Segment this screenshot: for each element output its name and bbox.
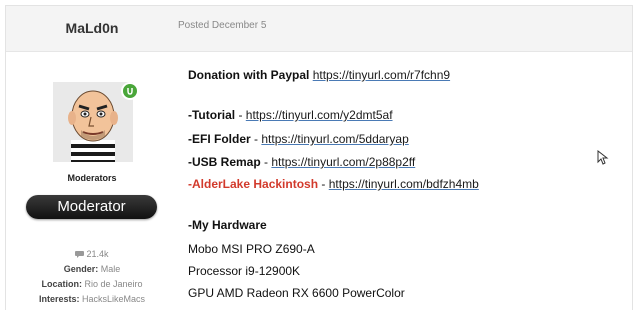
- efi-line: -EFI Folder - https://tinyurl.com/5ddary…: [188, 132, 409, 146]
- usb-label: -USB Remap: [188, 155, 261, 169]
- efi-label: -EFI Folder: [188, 132, 251, 146]
- donation-line: Donation with Paypal https://tinyurl.com…: [188, 68, 450, 82]
- posted-date[interactable]: Posted December 5: [178, 20, 266, 31]
- author-group: Moderators: [67, 173, 117, 183]
- tutorial-link[interactable]: https://tinyurl.com/y2dmt5af: [246, 108, 393, 122]
- location-label: Location:: [41, 279, 82, 289]
- gender-label: Gender:: [63, 264, 99, 274]
- mouse-cursor-icon: [597, 150, 609, 165]
- avatar[interactable]: [53, 82, 139, 162]
- location-field: Location: Rio de Janeiro: [6, 278, 178, 291]
- forum-post: MaLd0n Posted December 5 Moderators Mode…: [5, 5, 633, 310]
- group-badge: Moderator: [26, 195, 157, 219]
- hardware-label: -My Hardware: [188, 218, 267, 232]
- post-header: MaLd0n Posted December 5: [6, 6, 632, 52]
- author-name-link[interactable]: MaLd0n: [6, 6, 178, 51]
- hardware-item: Processor i9-12900K: [188, 264, 301, 278]
- gender-value: Male: [100, 264, 121, 274]
- dash: -: [321, 177, 326, 191]
- interests-value: HacksLikeMacs: [82, 294, 146, 304]
- alderlake-line: -AlderLake Hackintosh - https://tinyurl.…: [188, 177, 479, 191]
- usb-line: -USB Remap - https://tinyurl.com/2p88p2f…: [188, 155, 415, 169]
- dash: -: [238, 108, 243, 122]
- efi-link[interactable]: https://tinyurl.com/5ddaryap: [261, 132, 408, 146]
- online-badge-icon: [121, 82, 139, 100]
- post-count[interactable]: 21.4k: [6, 249, 178, 259]
- dash: -: [254, 132, 259, 146]
- hardware-item: Mobo MSI PRO Z690-A: [188, 242, 315, 256]
- dash: -: [264, 155, 269, 169]
- interests-field: Interests: HacksLikeMacs: [6, 293, 178, 306]
- alderlake-link[interactable]: https://tinyurl.com/bdfzh4mb: [329, 177, 479, 191]
- donation-label: Donation with Paypal: [188, 68, 310, 82]
- post-count-value: 21.4k: [86, 249, 109, 259]
- donation-link[interactable]: https://tinyurl.com/r7fchn9: [313, 68, 450, 82]
- usb-link[interactable]: https://tinyurl.com/2p88p2ff: [271, 155, 415, 169]
- interests-label: Interests:: [38, 294, 80, 304]
- location-value: Rio de Janeiro: [84, 279, 143, 289]
- alderlake-label: -AlderLake Hackintosh: [188, 177, 319, 191]
- hardware-item: GPU AMD Radeon RX 6600 PowerColor: [188, 286, 405, 300]
- author-sidebar: Moderators Moderator 21.4k Gender: Male …: [6, 52, 178, 311]
- tutorial-line: -Tutorial - https://tinyurl.com/y2dmt5af: [188, 108, 393, 122]
- tutorial-label: -Tutorial: [188, 108, 236, 122]
- hardware-heading: -My Hardware: [188, 218, 267, 232]
- gender-field: Gender: Male: [6, 263, 178, 276]
- chat-bubble-icon: [75, 251, 85, 258]
